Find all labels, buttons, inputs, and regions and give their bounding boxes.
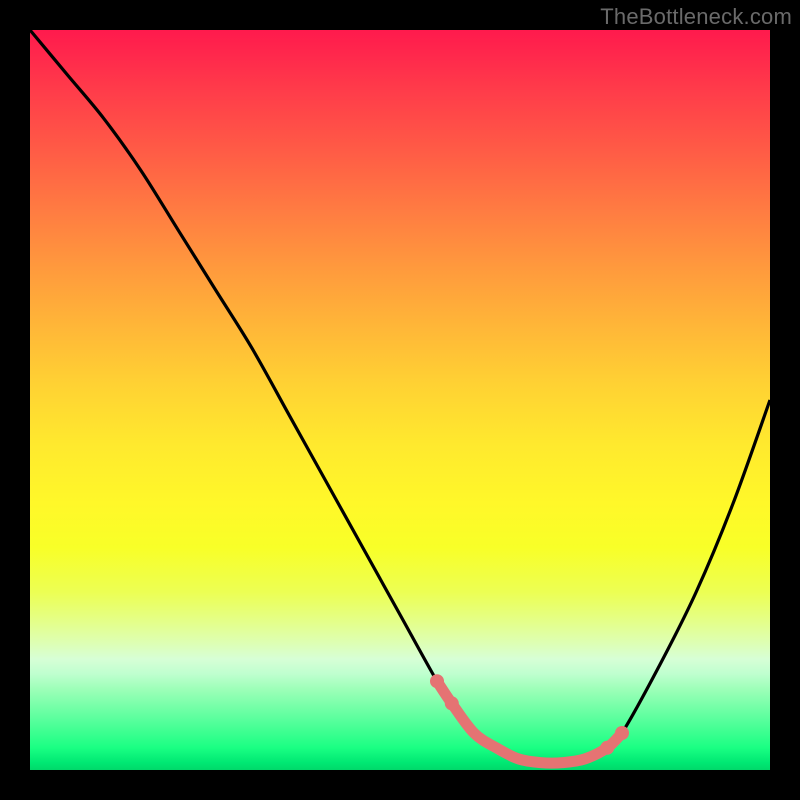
curve-path <box>30 30 770 763</box>
highlight-dot <box>445 696 459 710</box>
highlight-dot <box>600 741 614 755</box>
highlight-dot <box>615 726 629 740</box>
chart-gradient-background <box>30 30 770 770</box>
watermark-text: TheBottleneck.com <box>600 4 792 30</box>
highlight-dot <box>430 674 444 688</box>
bottleneck-curve <box>30 30 770 763</box>
highlight-path <box>437 681 622 763</box>
chart-svg <box>30 30 770 770</box>
chart-frame: TheBottleneck.com <box>0 0 800 800</box>
highlight-group <box>430 674 629 763</box>
